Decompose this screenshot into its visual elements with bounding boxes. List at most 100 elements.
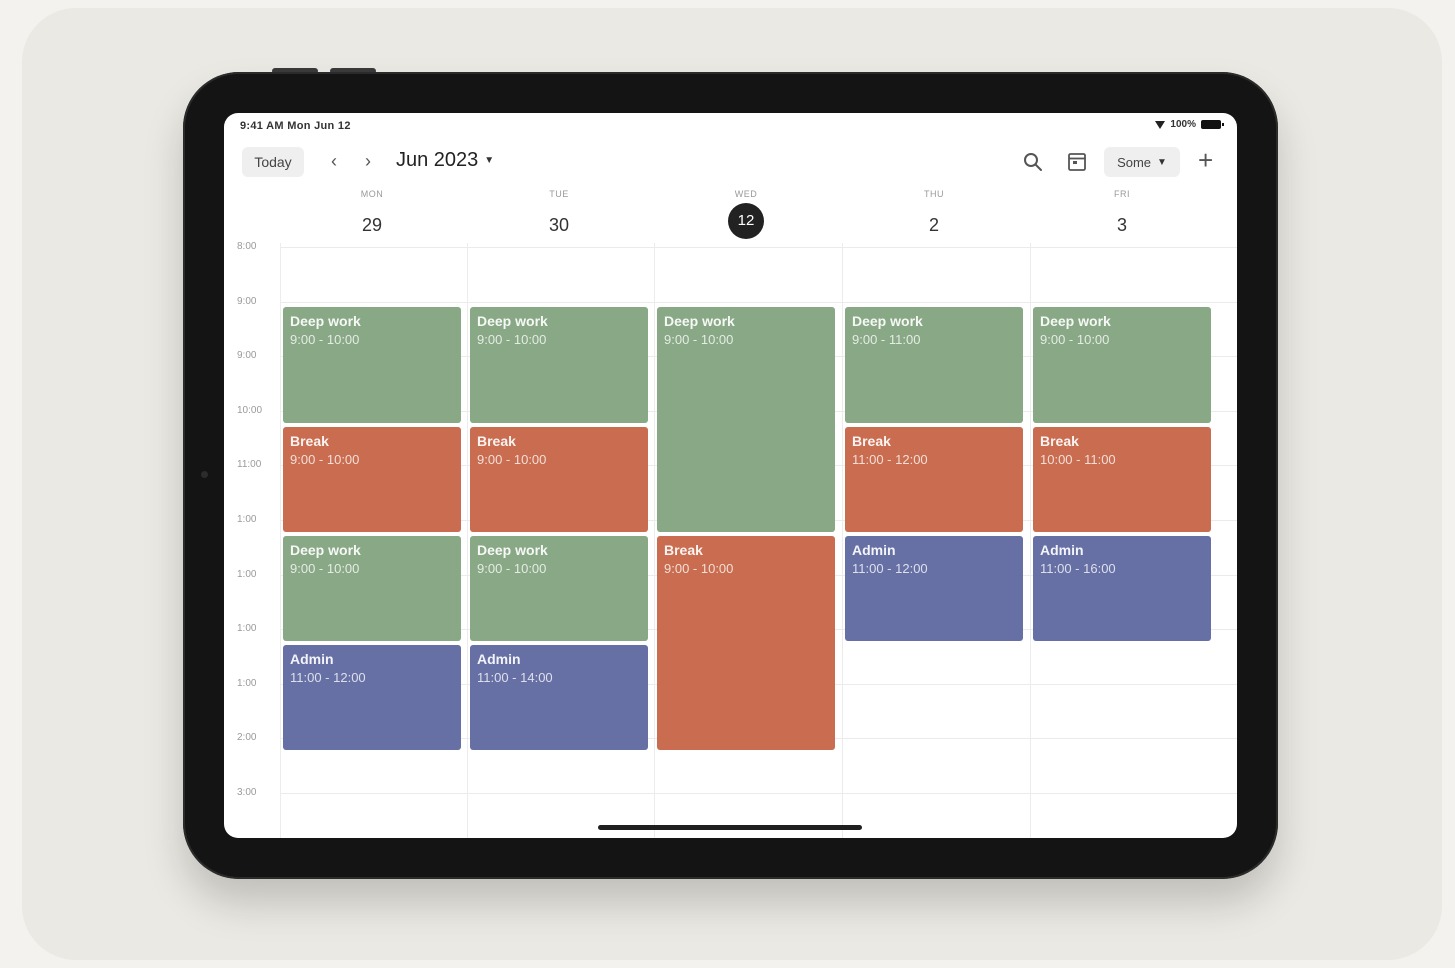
day-header[interactable]: WED 12 bbox=[657, 189, 835, 245]
event-time: 9:00 - 10:00 bbox=[1040, 331, 1110, 347]
day-divider bbox=[842, 243, 843, 838]
calendar-event[interactable]: Deep work 9:00 - 10:00 bbox=[283, 306, 461, 423]
event-title: Deep work bbox=[477, 541, 548, 558]
chevron-down-icon: ▼ bbox=[484, 155, 495, 166]
month-selector[interactable]: Jun 2023 ▼ bbox=[396, 149, 494, 172]
event-time: 9:00 - 10:00 bbox=[290, 331, 360, 347]
battery-percent: 100% bbox=[1170, 119, 1196, 130]
calendar-event[interactable]: Deep work 9:00 - 11:00 bbox=[845, 306, 1023, 423]
event-time: 9:00 - 11:00 bbox=[852, 331, 921, 347]
calendar-event[interactable]: Break 11:00 - 12:00 bbox=[845, 426, 1023, 532]
time-label: 9:00 bbox=[237, 295, 257, 307]
event-title: Break bbox=[290, 432, 329, 449]
calendar-event[interactable]: Admin 11:00 - 12:00 bbox=[283, 645, 461, 751]
day-name: MON bbox=[360, 189, 384, 199]
event-title: Deep work bbox=[852, 312, 923, 329]
event-title: Deep work bbox=[664, 312, 735, 329]
event-title: Admin bbox=[852, 541, 896, 558]
day-number: 29 bbox=[361, 215, 383, 235]
day-number: 3 bbox=[1116, 215, 1127, 235]
calendar-event[interactable]: Admin 11:00 - 16:00 bbox=[1033, 535, 1211, 642]
calendar-toolbar: Today ‹ › Jun 2023 ▼ Some ▼ + bbox=[224, 143, 1237, 181]
event-time: 9:00 - 10:00 bbox=[290, 451, 360, 467]
event-time: 9:00 - 10:00 bbox=[664, 331, 734, 347]
event-time: 9:00 - 10:00 bbox=[477, 451, 547, 467]
time-label: 1:00 bbox=[237, 623, 257, 635]
chevron-left-icon[interactable]: ‹ bbox=[324, 151, 344, 172]
wifi-icon bbox=[1155, 120, 1166, 129]
day-number: 2 bbox=[928, 215, 939, 235]
day-header[interactable]: THU 2 bbox=[845, 189, 1023, 245]
event-time: 11:00 - 16:00 bbox=[1040, 560, 1116, 576]
hour-gridline bbox=[280, 301, 1237, 303]
today-button[interactable]: Today bbox=[242, 147, 304, 177]
status-bar: 9:41 AM Mon Jun 12 100% bbox=[224, 113, 1237, 139]
event-time: 11:00 - 12:00 bbox=[290, 670, 366, 686]
event-time: 9:00 - 10:00 bbox=[290, 560, 360, 576]
camera-icon bbox=[201, 471, 208, 478]
calendar-event[interactable]: Break 9:00 - 10:00 bbox=[283, 426, 461, 532]
plus-icon[interactable]: + bbox=[1198, 145, 1213, 175]
day-header[interactable]: MON 29 bbox=[283, 189, 461, 245]
calendar-screen: 9:41 AM Mon Jun 12 100% Today ‹ › Jun 20… bbox=[224, 113, 1237, 838]
search-icon[interactable] bbox=[1022, 151, 1044, 173]
event-title: Deep work bbox=[477, 312, 548, 329]
event-time: 11:00 - 12:00 bbox=[852, 560, 928, 576]
hour-gridline bbox=[280, 247, 1237, 248]
event-time: 10:00 - 11:00 bbox=[1040, 451, 1116, 467]
day-header[interactable]: TUE 30 bbox=[470, 189, 648, 245]
event-title: Admin bbox=[477, 651, 521, 668]
event-title: Deep work bbox=[1040, 312, 1111, 329]
event-title: Break bbox=[664, 541, 703, 558]
home-indicator bbox=[598, 825, 862, 830]
time-label: 11:00 bbox=[237, 459, 262, 471]
view-label: Some bbox=[1117, 154, 1152, 170]
day-name: FRI bbox=[1114, 189, 1130, 199]
time-label: 1:00 bbox=[237, 568, 257, 580]
day-header[interactable]: FRI 3 bbox=[1033, 189, 1211, 245]
view-selector[interactable]: Some ▼ bbox=[1104, 147, 1180, 177]
event-time: 9:00 - 10:00 bbox=[664, 560, 734, 576]
week-grid: 8:00 9:00 9:00 10:00 11:00 1:00 1:00 1:00 1:00 2:… bbox=[224, 241, 1237, 838]
time-label: 1:00 bbox=[237, 677, 257, 689]
day-divider bbox=[467, 243, 468, 838]
day-name: TUE bbox=[549, 189, 569, 199]
event-time: 11:00 - 12:00 bbox=[852, 451, 928, 467]
month-label: Jun 2023 bbox=[396, 149, 479, 171]
event-title: Deep work bbox=[290, 312, 361, 329]
event-title: Break bbox=[1040, 432, 1079, 449]
calendar-event[interactable]: Break 10:00 - 11:00 bbox=[1033, 426, 1211, 532]
chevron-down-icon: ▼ bbox=[1157, 156, 1167, 168]
chevron-right-icon[interactable]: › bbox=[358, 151, 378, 172]
time-label: 2:00 bbox=[237, 732, 257, 744]
calendar-event[interactable]: Deep work 9:00 - 10:00 bbox=[470, 535, 648, 642]
time-label: 3:00 bbox=[237, 787, 257, 798]
calendar-event[interactable]: Deep work 9:00 - 10:00 bbox=[1033, 306, 1211, 423]
day-divider bbox=[1030, 243, 1031, 838]
battery-icon bbox=[1201, 120, 1224, 129]
calendar-event[interactable]: Admin 11:00 - 14:00 bbox=[470, 645, 648, 751]
day-name: WED bbox=[734, 189, 758, 199]
event-title: Break bbox=[477, 432, 516, 449]
event-title: Break bbox=[852, 432, 891, 449]
hour-gridline bbox=[280, 793, 1237, 794]
day-number: 30 bbox=[548, 215, 570, 235]
day-divider bbox=[654, 243, 655, 838]
today-date-badge: 12 bbox=[728, 203, 764, 239]
calendar-event[interactable]: Admin 11:00 - 12:00 bbox=[845, 535, 1023, 642]
day-name: THU bbox=[924, 189, 944, 199]
calendar-event[interactable]: Break 9:00 - 10:00 bbox=[657, 535, 835, 751]
time-label: 9:00 bbox=[237, 350, 257, 362]
time-label: 10:00 bbox=[237, 404, 263, 416]
time-label: 1:00 bbox=[237, 514, 257, 525]
calendar-event[interactable]: Deep work 9:00 - 10:00 bbox=[470, 306, 648, 423]
calendar-event[interactable]: Deep work 9:00 - 10:00 bbox=[283, 535, 461, 642]
day-divider bbox=[280, 243, 281, 838]
event-time: 9:00 - 10:00 bbox=[477, 331, 547, 347]
status-indicators: 100% bbox=[1155, 119, 1224, 130]
calendar-icon[interactable] bbox=[1066, 151, 1088, 173]
time-label: 8:00 bbox=[237, 241, 257, 252]
calendar-event[interactable]: Deep work 9:00 - 10:00 bbox=[657, 306, 835, 532]
calendar-event[interactable]: Break 9:00 - 10:00 bbox=[470, 426, 648, 532]
event-title: Deep work bbox=[290, 541, 361, 558]
